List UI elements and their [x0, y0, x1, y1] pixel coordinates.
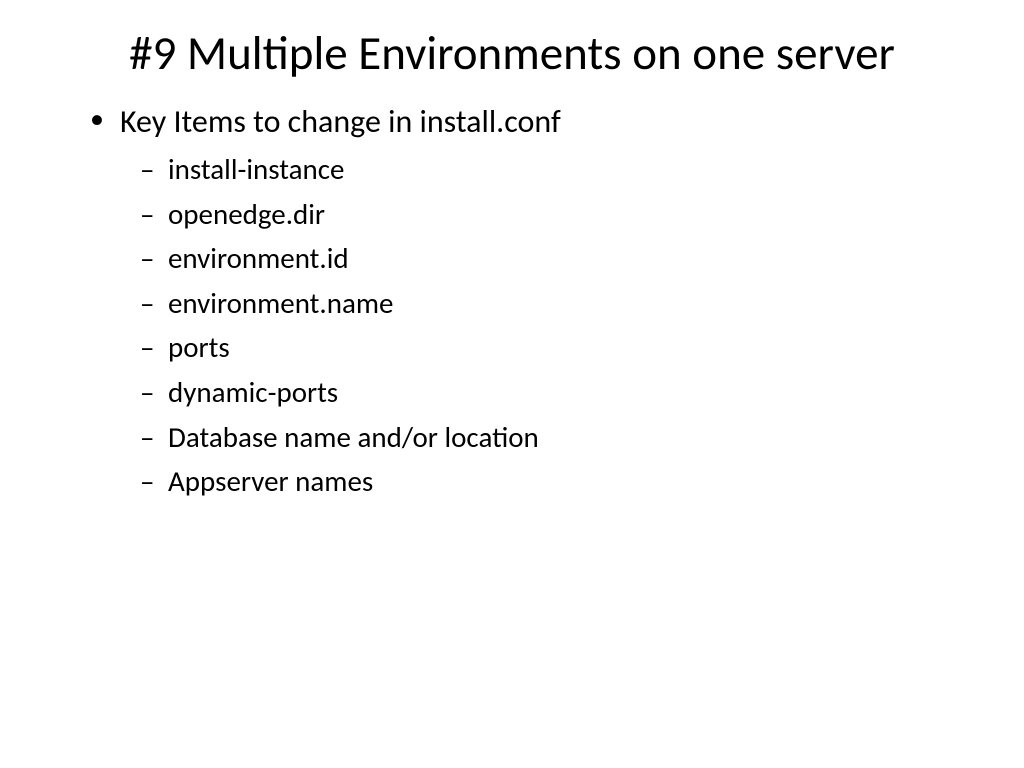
bullet-item: Key Items to change in install.conf inst… — [90, 101, 964, 501]
sub-bullet-item: environment.id — [140, 238, 964, 279]
sub-bullet-text: environment.name — [168, 285, 393, 321]
bullet-list-level1: Key Items to change in install.conf inst… — [90, 101, 964, 501]
sub-bullet-text: install-instance — [168, 151, 344, 187]
sub-bullet-item: openedge.dir — [140, 194, 964, 235]
sub-bullet-item: Database name and/or location — [140, 417, 964, 458]
sub-bullet-text: dynamic-ports — [168, 374, 338, 410]
slide-title: #9 Multiple Environments on one server — [60, 25, 964, 81]
sub-bullet-text: Database name and/or location — [168, 419, 539, 455]
sub-bullet-item: ports — [140, 327, 964, 368]
sub-bullet-item: environment.name — [140, 283, 964, 324]
sub-bullet-item: dynamic-ports — [140, 372, 964, 413]
bullet-text: Key Items to change in install.conf — [120, 102, 561, 141]
sub-bullet-text: ports — [168, 329, 230, 365]
slide-content: Key Items to change in install.conf inst… — [60, 101, 964, 501]
sub-bullet-text: openedge.dir — [168, 196, 325, 232]
bullet-list-level2: install-instance openedge.dir environmen… — [120, 149, 964, 502]
sub-bullet-text: environment.id — [168, 240, 349, 276]
sub-bullet-item: Appserver names — [140, 461, 964, 502]
sub-bullet-item: install-instance — [140, 149, 964, 190]
slide-container: #9 Multiple Environments on one server K… — [0, 0, 1024, 768]
sub-bullet-text: Appserver names — [168, 463, 373, 499]
